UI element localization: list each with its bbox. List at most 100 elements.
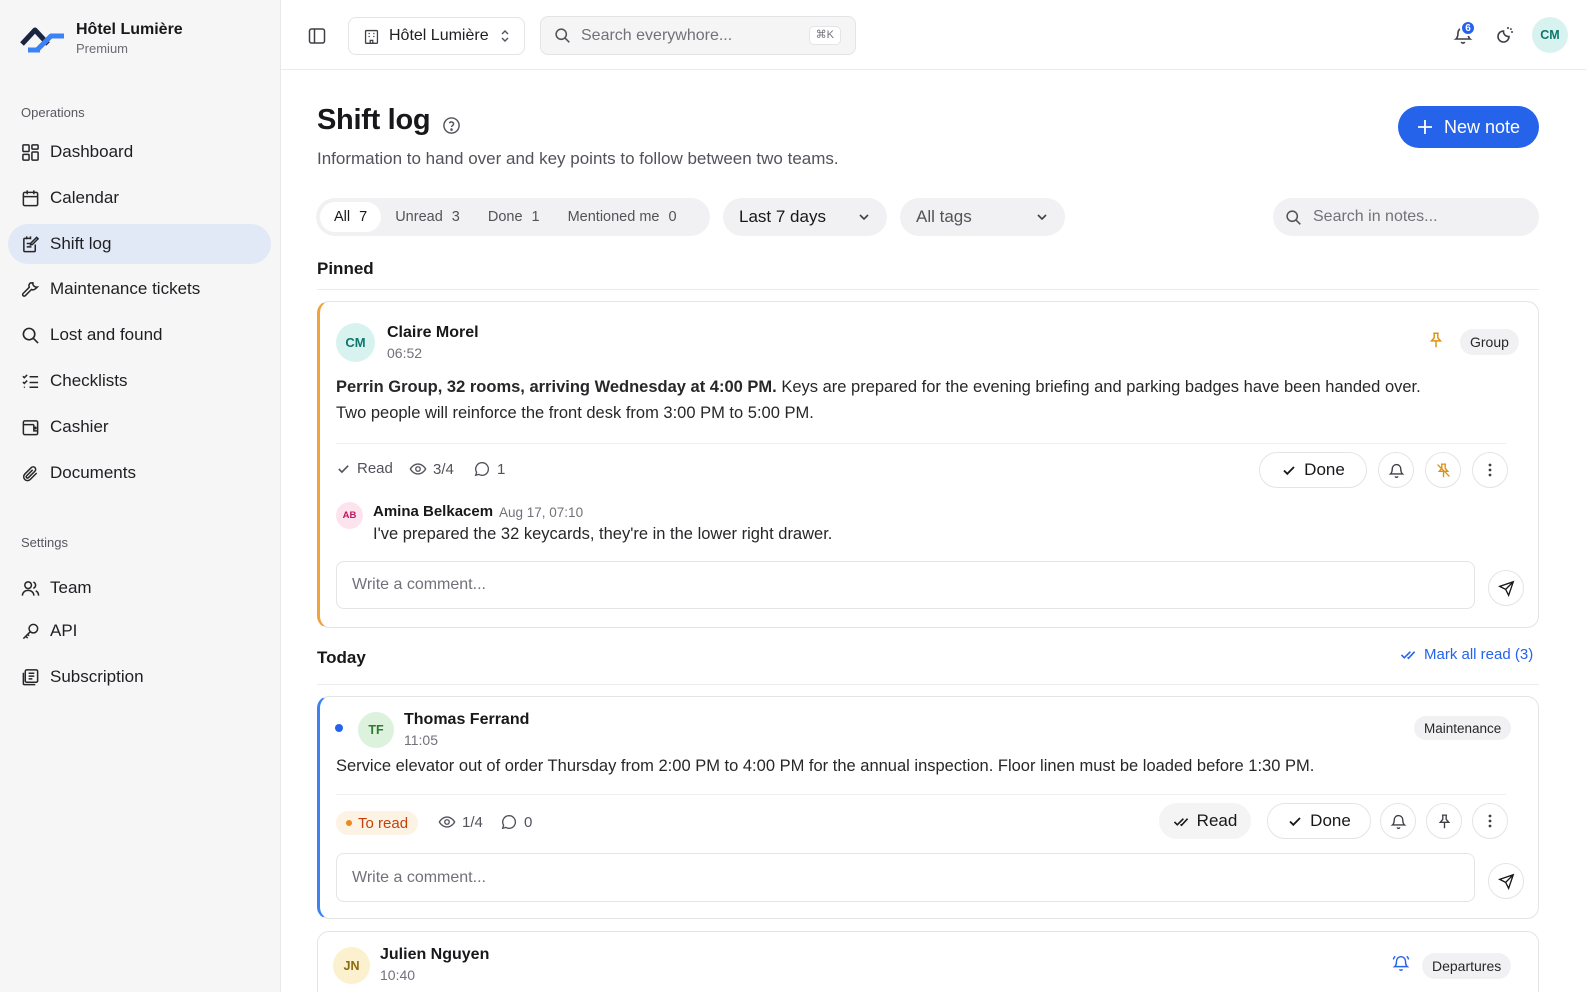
note-body-text: Keys are prepared for the evening briefi… [776, 378, 1421, 396]
author-avatar: CM [336, 323, 375, 362]
author-avatar: TF [358, 712, 394, 748]
mark-read-button[interactable]: Read [1159, 803, 1251, 839]
sidebar-item-label: Calendar [50, 188, 119, 207]
send-comment-button[interactable] [1488, 863, 1524, 899]
theme-icon [1497, 27, 1513, 43]
sidebar: Hôtel Lumière Premium Operations Dashboa… [0, 0, 281, 992]
tab-count: 0 [668, 209, 677, 225]
more-options-button[interactable] [1472, 803, 1508, 839]
send-icon [1497, 580, 1514, 597]
new-note-button[interactable]: New note [1398, 106, 1539, 148]
done-button[interactable]: Done [1267, 803, 1371, 839]
comment-input[interactable]: Write a comment... [336, 561, 1475, 609]
building-icon [364, 29, 379, 44]
note-time: 06:52 [387, 345, 423, 361]
sidebar-item-team[interactable]: Team [8, 568, 271, 608]
divider [317, 684, 1539, 685]
note-time: 10:40 [380, 967, 416, 983]
check-icon [1289, 817, 1301, 827]
hotel-select-value: Hôtel Lumière [389, 27, 489, 44]
tags-dropdown[interactable]: All tags [900, 198, 1065, 236]
status-badge: To read [336, 811, 419, 835]
tab-unread[interactable]: Unread 3 [381, 202, 474, 232]
tab-mentioned-me[interactable]: Mentioned me 0 [554, 202, 691, 232]
read-status-label: Read [357, 460, 393, 477]
help-icon [442, 116, 460, 134]
period-dropdown[interactable]: Last 7 days [723, 198, 887, 236]
tab-label: Unread [395, 209, 443, 225]
brand[interactable]: Hôtel Lumière Premium [20, 20, 183, 57]
sidebar-item-label: Dashboard [50, 142, 134, 161]
commenter-avatar: AB [336, 502, 363, 529]
sidebar-item-label: Documents [50, 463, 136, 482]
send-comment-button[interactable] [1488, 570, 1524, 606]
views-count: 1/4 [438, 813, 483, 831]
page-title: Shift log [317, 104, 431, 136]
notification-count-badge: 6 [1460, 20, 1476, 36]
paperclip-icon [22, 465, 38, 481]
comments-value: 1 [497, 460, 506, 478]
sidebar-item-shift-log[interactable]: Shift log [8, 224, 271, 264]
comment-time: Aug 17, 07:10 [499, 505, 584, 520]
sidebar-item-checklists[interactable]: Checklists [8, 361, 271, 401]
wrench-icon [21, 281, 40, 297]
notes-search-input[interactable]: Search in notes... [1273, 198, 1539, 236]
search-icon [22, 327, 39, 344]
divider [317, 289, 1539, 290]
check-icon [338, 465, 349, 474]
pin-button[interactable] [1426, 803, 1462, 839]
done-label: Done [1304, 460, 1345, 479]
search-shortcut-badge: ⌘K [808, 26, 841, 45]
sidebar-item-cashier[interactable]: Cashier [8, 407, 271, 447]
sidebar-item-documents[interactable]: Documents [8, 453, 271, 493]
double-check-icon [1173, 817, 1188, 826]
sidebar-item-calendar[interactable]: Calendar [8, 178, 271, 218]
global-search-input[interactable]: Search everywhore... ⌘K [540, 16, 856, 55]
theme-toggle-button[interactable] [1492, 22, 1518, 48]
sidebar-item-lost-and-found[interactable]: Lost and found [8, 315, 271, 355]
sidebar-item-dashboard[interactable]: Dashboard [8, 132, 271, 172]
search-icon [555, 28, 570, 43]
note-card: JN Julien Nguyen 10:40 Departures [317, 931, 1539, 992]
users-icon [21, 580, 40, 596]
comments-count[interactable]: 0 [500, 813, 532, 831]
help-button[interactable] [440, 114, 462, 136]
sidebar-item-label: Checklists [50, 371, 128, 390]
eye-icon [409, 463, 427, 475]
done-label: Done [1310, 811, 1351, 830]
chevron-down-icon [1037, 214, 1047, 221]
sidebar-item-label: Maintenance tickets [50, 279, 201, 298]
comment-icon [474, 462, 490, 477]
notes-search-placeholder: Search in notes... [1313, 208, 1438, 225]
comment-input[interactable]: Write a comment... [336, 853, 1475, 902]
sidebar-item-maintenance-tickets[interactable]: Maintenance tickets [8, 269, 271, 309]
remind-button[interactable] [1380, 803, 1416, 839]
comment-placeholder: Write a comment... [352, 576, 486, 593]
more-vertical-icon [1488, 463, 1492, 477]
filter-tabs: All 7 Unread 3 Done 1 Mentioned me 0 [316, 198, 710, 236]
remind-button[interactable] [1378, 452, 1414, 488]
app-root: Hôtel Lumière Premium Operations Dashboa… [0, 0, 1586, 992]
tab-all[interactable]: All 7 [320, 202, 382, 232]
comment-placeholder: Write a comment... [352, 868, 486, 886]
unpin-button[interactable] [1425, 452, 1461, 488]
hotel-select[interactable]: Hôtel Lumière [348, 17, 525, 55]
unread-dot [335, 724, 343, 732]
note-body: Service elevator out of order Thursday f… [336, 757, 1315, 775]
comments-count[interactable]: 1 [473, 460, 505, 478]
done-button[interactable]: Done [1259, 452, 1367, 488]
mark-all-read-link[interactable]: Mark all read (3) [1400, 646, 1533, 663]
more-options-button[interactable] [1472, 452, 1508, 488]
tab-done[interactable]: Done 1 [474, 202, 554, 232]
sidebar-item-api[interactable]: API [8, 611, 271, 651]
sidebar-toggle-icon [308, 28, 326, 44]
user-avatar[interactable]: CM [1532, 17, 1568, 53]
sidebar-toggle-button[interactable] [305, 24, 329, 48]
new-note-label: New note [1444, 116, 1521, 137]
tab-count: 7 [359, 209, 368, 225]
key-icon [22, 623, 39, 639]
sidebar-item-subscription[interactable]: Subscription [8, 657, 271, 697]
sidebar-item-label: API [50, 621, 78, 640]
chevron-down-icon [859, 214, 869, 221]
note-tag: Maintenance [1414, 716, 1512, 740]
